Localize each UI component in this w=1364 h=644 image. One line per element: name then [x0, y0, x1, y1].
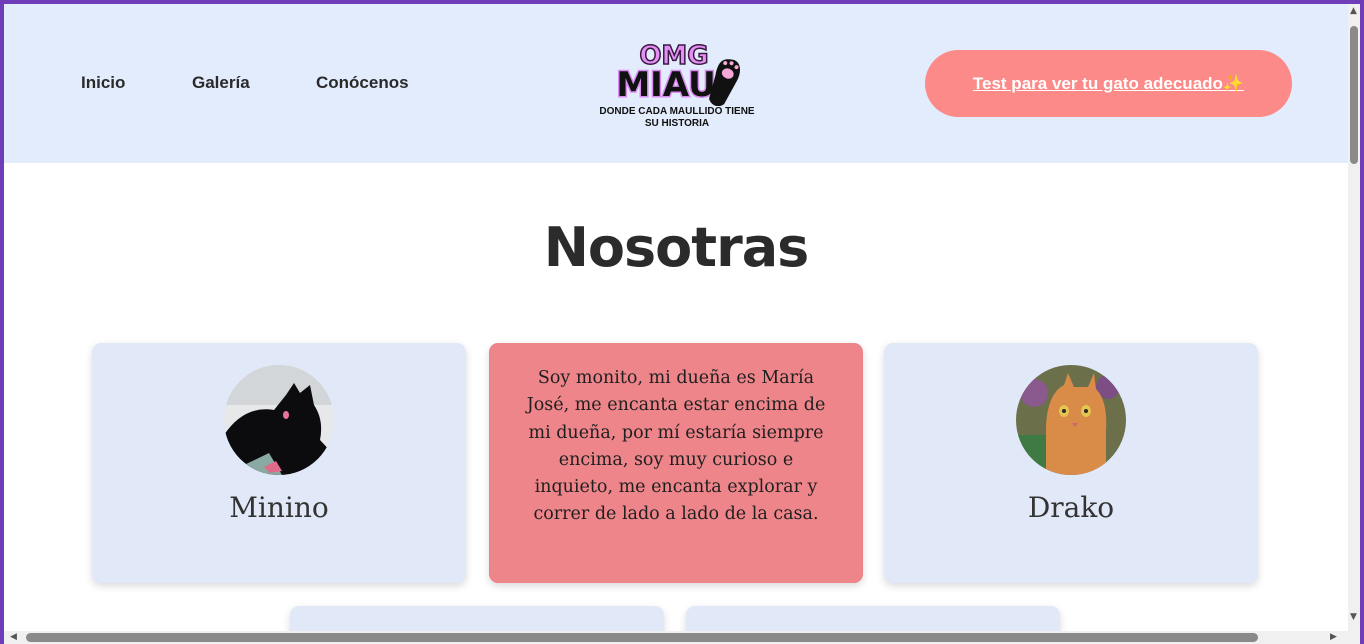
- site-logo[interactable]: OMG MIAU DONDE CADA MAULLIDO TIENE SU HI…: [592, 36, 762, 136]
- page-title: Nosotras: [543, 216, 810, 279]
- vertical-scroll-thumb[interactable]: [1350, 26, 1358, 164]
- cat-name: Minino: [229, 491, 329, 524]
- scroll-left-icon[interactable]: ◀: [10, 632, 17, 642]
- cat-card-minino[interactable]: Minino: [92, 343, 466, 583]
- logo-graphic: OMG MIAU: [615, 40, 741, 107]
- site-header: Inicio Galería Conócenos OMG MIAU DONDE …: [4, 4, 1348, 163]
- cat-card-partial-2[interactable]: [686, 606, 1060, 631]
- cat-test-button-label: Test para ver tu gato adecuado✨: [972, 73, 1245, 93]
- vertical-scrollbar[interactable]: ▲ ▼: [1348, 4, 1360, 631]
- cat-description: Soy monito, mi dueña es María José, me e…: [526, 368, 826, 525]
- nav-link-inicio[interactable]: Inicio: [81, 73, 125, 93]
- scroll-right-icon[interactable]: ▶: [1330, 632, 1337, 642]
- cat-card-drako[interactable]: Drako: [884, 343, 1258, 583]
- horizontal-scroll-thumb[interactable]: [26, 633, 1258, 642]
- nav-link-conocenos[interactable]: Conócenos: [316, 73, 409, 93]
- cat-card-partial-1[interactable]: [290, 606, 664, 631]
- avatar-orange-cat: [1016, 365, 1126, 475]
- nav-link-galeria[interactable]: Galería: [192, 73, 250, 93]
- horizontal-scrollbar[interactable]: ◀ ▶: [4, 631, 1360, 644]
- page-viewport: Inicio Galería Conócenos OMG MIAU DONDE …: [4, 4, 1348, 631]
- cat-test-button[interactable]: Test para ver tu gato adecuado✨: [925, 50, 1292, 117]
- cat-name: Drako: [1027, 491, 1115, 524]
- scroll-up-icon[interactable]: ▲: [1350, 6, 1357, 16]
- avatar-black-cat: [224, 365, 334, 475]
- logo-miau-text: MIAU: [616, 65, 715, 105]
- logo-tagline: DONDE CADA MAULLIDO TIENE SU HISTORIA: [599, 106, 755, 129]
- scroll-down-icon[interactable]: ▼: [1350, 612, 1357, 622]
- cat-card-monito[interactable]: Soy monito, mi dueña es María José, me e…: [489, 343, 863, 583]
